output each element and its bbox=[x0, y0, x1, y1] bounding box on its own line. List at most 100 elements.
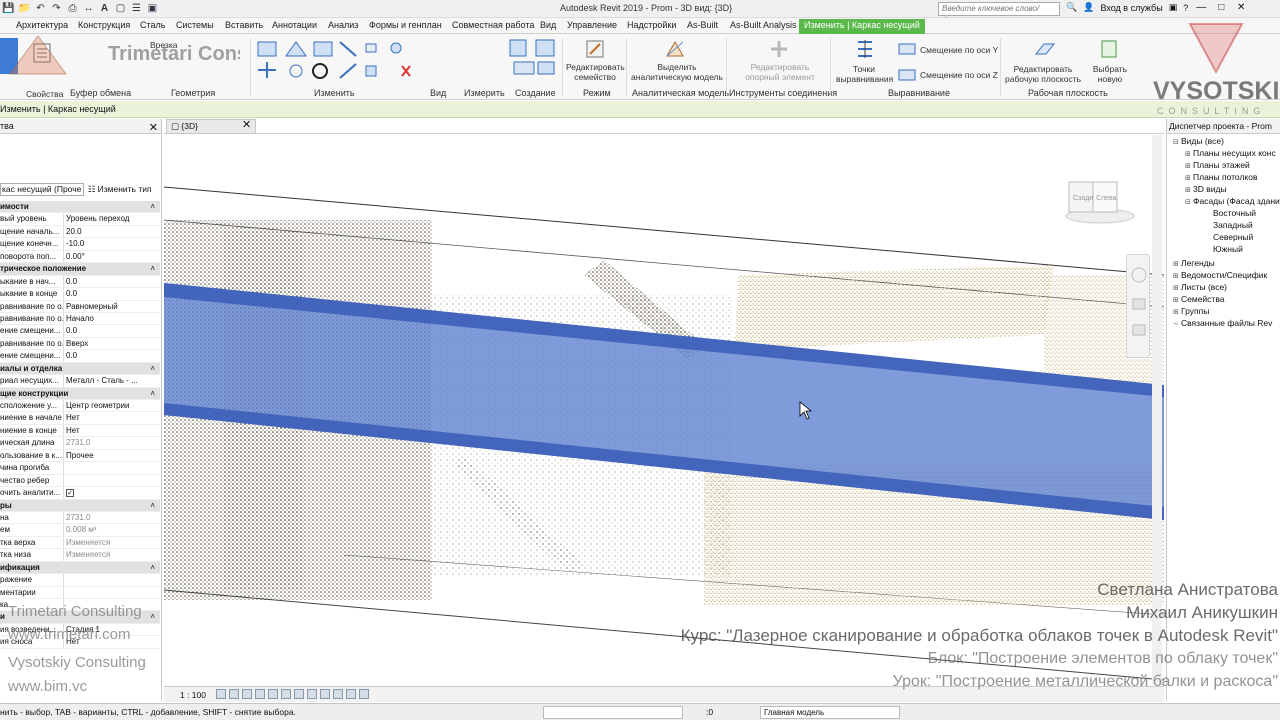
edit-family-icon[interactable] bbox=[584, 38, 606, 60]
properties-row[interactable]: ем 0.008 м³ bbox=[0, 524, 160, 537]
navigation-bar[interactable] bbox=[1126, 254, 1150, 358]
properties-row[interactable]: ение смещени... 0.0 bbox=[0, 325, 160, 338]
properties-row[interactable]: тка низа Изменяется bbox=[0, 549, 160, 562]
property-value[interactable] bbox=[63, 574, 160, 586]
tab-insert[interactable]: Вставить bbox=[225, 20, 263, 30]
property-value[interactable]: ✓ bbox=[63, 487, 160, 499]
properties-row[interactable]: равнивание по о... Начало bbox=[0, 312, 160, 326]
offset-z-field[interactable]: Смещение по оси Z bbox=[920, 70, 998, 80]
browser-item[interactable]: ⊞ Группы bbox=[1173, 305, 1209, 317]
view-tab-3d[interactable]: ▢ {3D} ✕ bbox=[166, 119, 256, 134]
tab-structure[interactable]: Конструкция bbox=[78, 20, 130, 30]
property-value[interactable]: 0.0 bbox=[63, 288, 160, 300]
edit-workplane-button[interactable]: Редактировать рабочую плоскость bbox=[1003, 64, 1083, 84]
tab-massing[interactable]: Формы и генплан bbox=[369, 20, 442, 30]
3d-view-icon[interactable]: ▢ bbox=[114, 2, 127, 15]
tab-steel[interactable]: Сталь bbox=[140, 20, 165, 30]
property-value[interactable]: Равномерный bbox=[63, 300, 160, 312]
browser-item[interactable]: ⊞ Планы потолков bbox=[1185, 171, 1257, 183]
thin-lines-icon[interactable]: ☰ bbox=[130, 2, 143, 15]
detail-level-icon[interactable] bbox=[216, 689, 226, 699]
view-scale[interactable]: 1 : 100 bbox=[180, 690, 206, 700]
properties-row[interactable]: вый уровень Уровень переход bbox=[0, 213, 160, 226]
properties-row[interactable]: равнивание по о... Вверх bbox=[0, 337, 160, 351]
checkbox-icon[interactable]: ✓ bbox=[66, 489, 74, 498]
browser-item[interactable]: Западный bbox=[1213, 219, 1253, 231]
visual-style-icon[interactable] bbox=[229, 689, 239, 699]
close-icon[interactable]: ✕ bbox=[242, 119, 251, 132]
edit-type-button[interactable]: ☷ Изменить тип bbox=[88, 184, 152, 195]
redo-icon[interactable]: ↷ bbox=[50, 2, 63, 15]
browser-item[interactable]: Северный bbox=[1213, 231, 1253, 243]
maximize-icon[interactable]: □ bbox=[1214, 2, 1228, 13]
properties-row[interactable]: тка верха Изменяется bbox=[0, 536, 160, 550]
properties-row[interactable]: поворота поп... 0.00° bbox=[0, 250, 160, 264]
close-window-icon[interactable]: ✕ bbox=[1234, 2, 1248, 13]
properties-row[interactable]: на 2731.0 bbox=[0, 511, 160, 525]
pick-new-icon[interactable] bbox=[1098, 38, 1120, 60]
binoculars-icon[interactable]: 🔍 bbox=[1066, 2, 1077, 13]
tab-asbuilt-analysis[interactable]: As-Built Analysis bbox=[730, 20, 797, 30]
sun-path-icon[interactable] bbox=[242, 689, 252, 699]
view-cube[interactable]: Сзади Слева bbox=[1065, 180, 1135, 225]
tab-addins[interactable]: Надстройки bbox=[627, 20, 676, 30]
property-value[interactable]: Нет bbox=[63, 412, 160, 424]
properties-row[interactable]: чество ребер bbox=[0, 474, 160, 488]
shadows-icon[interactable] bbox=[255, 689, 265, 699]
browser-item[interactable]: ⊟ Виды (все) bbox=[1173, 135, 1224, 147]
collapse-icon[interactable]: ˄ bbox=[150, 363, 155, 374]
property-value[interactable]: 0.00° bbox=[63, 250, 160, 263]
browser-item[interactable]: ⊟ Фасады (Фасад здани bbox=[1185, 195, 1280, 207]
properties-row[interactable]: равнивание по о... Равномерный bbox=[0, 300, 160, 313]
browser-item[interactable]: ⊞ Планы несущих конс bbox=[1185, 147, 1276, 159]
collapse-icon[interactable]: ⊟ bbox=[1185, 197, 1193, 209]
property-value[interactable]: 0.0 bbox=[63, 325, 160, 337]
analytic-model-icon[interactable] bbox=[664, 38, 686, 60]
create-icons[interactable] bbox=[508, 38, 560, 78]
property-value[interactable]: Вверх bbox=[63, 337, 160, 350]
properties-row[interactable]: ниение в начале Нет bbox=[0, 412, 160, 425]
browser-item[interactable]: Восточный bbox=[1213, 207, 1256, 219]
pick-new-button[interactable]: Выбрать новую bbox=[1090, 64, 1130, 84]
align-points-icon[interactable] bbox=[854, 38, 876, 60]
offset-y-icon[interactable] bbox=[898, 42, 916, 56]
browser-item[interactable]: ⊞ 3D виды bbox=[1185, 183, 1227, 195]
search-input[interactable]: Введите ключевое слово/фразу bbox=[938, 2, 1060, 25]
browser-item[interactable]: ⊞ Легенды bbox=[1173, 257, 1215, 269]
edit-joint-button[interactable]: Редактировать опорный элемент bbox=[742, 62, 818, 82]
help-button[interactable]: ? bbox=[1183, 3, 1188, 13]
properties-group-header[interactable]: щие конструкции ˄ bbox=[0, 387, 160, 400]
modify-tools-icons[interactable] bbox=[256, 38, 436, 88]
property-value[interactable]: Центр геометрии bbox=[63, 400, 160, 412]
edit-family-button[interactable]: Редактировать семейство bbox=[566, 62, 625, 82]
text-icon[interactable]: A bbox=[98, 2, 111, 15]
browser-item[interactable]: ∼ Связанные файлы Rev bbox=[1173, 317, 1272, 329]
crop-view-icon[interactable] bbox=[281, 689, 291, 699]
browser-item[interactable]: ⊞ Ведомости/Специфик bbox=[1173, 269, 1267, 281]
workset-field[interactable] bbox=[543, 706, 683, 719]
design-option-field[interactable]: Главная модель bbox=[760, 706, 900, 719]
properties-row[interactable]: ражение bbox=[0, 574, 160, 587]
properties-row[interactable]: ыкание в конце 0.0 bbox=[0, 288, 160, 301]
properties-row[interactable]: ение смещени... 0.0 bbox=[0, 350, 160, 363]
property-value[interactable] bbox=[63, 586, 160, 598]
properties-row[interactable]: риал несущих... Металл - Сталь - ... bbox=[0, 375, 160, 388]
properties-group-header[interactable]: иалы и отделка ˄ bbox=[0, 362, 160, 376]
properties-row[interactable]: ментарии bbox=[0, 586, 160, 599]
edit-workplane-icon[interactable] bbox=[1034, 38, 1056, 60]
property-value[interactable]: 20.0 bbox=[63, 225, 160, 238]
property-value[interactable]: Уровень переход bbox=[63, 213, 160, 225]
property-value[interactable]: Металл - Сталь - ... bbox=[63, 375, 160, 387]
properties-row[interactable]: ическая длина 2731.0 bbox=[0, 437, 160, 450]
render-icon[interactable] bbox=[268, 689, 278, 699]
properties-group-header[interactable]: трическое положение ˄ bbox=[0, 263, 160, 276]
properties-row[interactable]: ыкание в нач... 0.0 bbox=[0, 275, 160, 289]
collapse-icon[interactable]: ⊟ bbox=[1173, 137, 1181, 149]
property-value[interactable]: -10.0 bbox=[63, 238, 160, 250]
highlight-analytic-button[interactable]: Выделить аналитическую модель bbox=[630, 62, 724, 82]
tab-annotate[interactable]: Аннотации bbox=[272, 20, 317, 30]
tab-analyze[interactable]: Анализ bbox=[328, 20, 358, 30]
offset-y-field[interactable]: Смещение по оси Y bbox=[920, 45, 998, 55]
temp-hide-icon[interactable] bbox=[320, 689, 330, 699]
browser-item[interactable]: ⊞ Планы этажей bbox=[1185, 159, 1250, 171]
